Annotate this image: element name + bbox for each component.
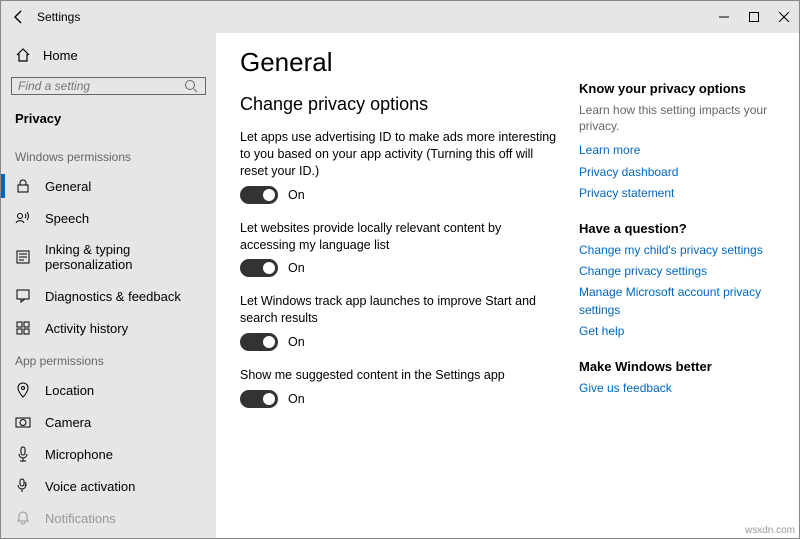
toggle-suggested-content[interactable]	[240, 390, 278, 408]
sidebar-item-label: Location	[45, 383, 94, 398]
window-title: Settings	[37, 10, 80, 24]
breadcrumb: Privacy	[9, 107, 208, 140]
link-learn-more[interactable]: Learn more	[579, 142, 779, 159]
help-panel: Know your privacy options Learn how this…	[579, 43, 779, 538]
sidebar-item-label: Speech	[45, 211, 89, 226]
group-windows-permissions-label: Windows permissions	[9, 140, 208, 170]
option-suggested-content: Show me suggested content in the Setting…	[240, 367, 559, 408]
link-child-privacy[interactable]: Change my child's privacy settings	[579, 242, 779, 259]
lock-icon	[15, 178, 31, 194]
help-heading: Make Windows better	[579, 359, 779, 374]
sidebar-item-camera[interactable]: Camera	[9, 406, 208, 438]
option-desc: Let Windows track app launches to improv…	[240, 293, 559, 327]
link-get-help[interactable]: Get help	[579, 323, 779, 340]
link-change-privacy[interactable]: Change privacy settings	[579, 263, 779, 280]
minimize-icon	[719, 12, 729, 22]
bell-icon	[15, 510, 31, 526]
home-label: Home	[43, 48, 78, 63]
search-input[interactable]	[18, 79, 183, 93]
activity-icon	[15, 320, 31, 336]
sidebar-item-notifications[interactable]: Notifications	[9, 502, 208, 534]
link-manage-account[interactable]: Manage Microsoft account privacy setting…	[579, 284, 779, 319]
toggle-state: On	[288, 188, 305, 202]
location-icon	[15, 382, 31, 398]
toggle-state: On	[288, 392, 305, 406]
speech-icon	[15, 210, 31, 226]
sidebar-item-label: Voice activation	[45, 479, 135, 494]
sidebar-item-diagnostics[interactable]: Diagnostics & feedback	[9, 280, 208, 312]
link-feedback[interactable]: Give us feedback	[579, 380, 779, 397]
toggle-language-list[interactable]	[240, 259, 278, 277]
option-language-list: Let websites provide locally relevant co…	[240, 220, 559, 278]
help-heading: Have a question?	[579, 221, 779, 236]
option-advertising-id: Let apps use advertising ID to make ads …	[240, 129, 559, 204]
search-box[interactable]	[11, 77, 206, 95]
titlebar: Settings	[1, 1, 799, 33]
close-icon	[779, 12, 789, 22]
home-button[interactable]: Home	[9, 41, 208, 75]
sidebar-item-label: Notifications	[45, 511, 116, 526]
main-content: General Change privacy options Let apps …	[240, 43, 579, 538]
voice-icon	[15, 478, 31, 494]
maximize-icon	[749, 12, 759, 22]
camera-icon	[15, 414, 31, 430]
group-app-permissions-label: App permissions	[9, 344, 208, 374]
link-privacy-dashboard[interactable]: Privacy dashboard	[579, 164, 779, 181]
option-track-app-launches: Let Windows track app launches to improv…	[240, 293, 559, 351]
sidebar-item-general[interactable]: General	[9, 170, 208, 202]
minimize-button[interactable]	[709, 1, 739, 33]
help-heading: Know your privacy options	[579, 81, 779, 96]
arrow-left-icon	[11, 9, 27, 25]
option-desc: Show me suggested content in the Setting…	[240, 367, 559, 384]
section-heading: Change privacy options	[240, 94, 559, 115]
help-text: Learn how this setting impacts your priv…	[579, 102, 779, 134]
sidebar-item-label: Microphone	[45, 447, 113, 462]
sidebar-item-location[interactable]: Location	[9, 374, 208, 406]
sidebar: Home Privacy Windows permissions General…	[1, 33, 216, 538]
sidebar-item-label: Camera	[45, 415, 91, 430]
back-button[interactable]	[11, 9, 27, 25]
page-heading: General	[240, 47, 559, 78]
feedback-icon	[15, 288, 31, 304]
sidebar-item-inking[interactable]: Inking & typing personalization	[9, 234, 208, 280]
sidebar-item-label: General	[45, 179, 91, 194]
microphone-icon	[15, 446, 31, 462]
toggle-advertising-id[interactable]	[240, 186, 278, 204]
sidebar-item-speech[interactable]: Speech	[9, 202, 208, 234]
option-desc: Let websites provide locally relevant co…	[240, 220, 559, 254]
close-button[interactable]	[769, 1, 799, 33]
sidebar-item-label: Diagnostics & feedback	[45, 289, 181, 304]
maximize-button[interactable]	[739, 1, 769, 33]
link-privacy-statement[interactable]: Privacy statement	[579, 185, 779, 202]
toggle-state: On	[288, 261, 305, 275]
sidebar-item-activity[interactable]: Activity history	[9, 312, 208, 344]
sidebar-item-microphone[interactable]: Microphone	[9, 438, 208, 470]
watermark: wsxdn.com	[745, 525, 795, 536]
sidebar-item-voice-activation[interactable]: Voice activation	[9, 470, 208, 502]
option-desc: Let apps use advertising ID to make ads …	[240, 129, 559, 180]
toggle-track-app-launches[interactable]	[240, 333, 278, 351]
sidebar-item-label: Activity history	[45, 321, 128, 336]
sidebar-item-label: Inking & typing personalization	[45, 242, 202, 272]
toggle-state: On	[288, 335, 305, 349]
inking-icon	[15, 249, 31, 265]
home-icon	[15, 47, 31, 63]
search-icon	[183, 78, 199, 94]
